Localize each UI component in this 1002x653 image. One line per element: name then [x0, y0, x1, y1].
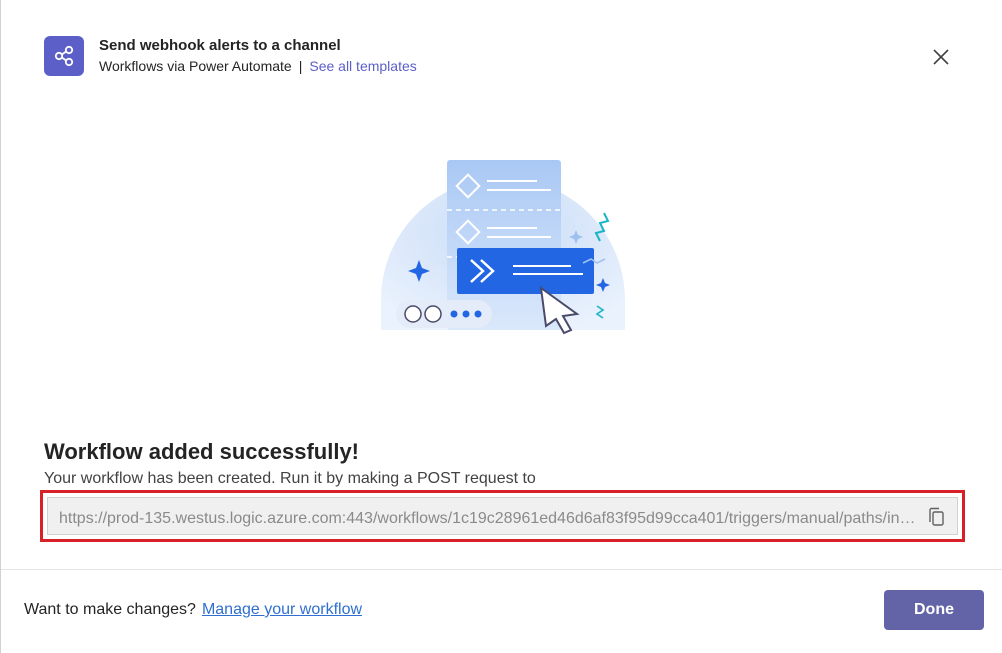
- webhook-url-field[interactable]: https://prod-135.westus.logic.azure.com:…: [47, 497, 958, 535]
- webhook-url-text[interactable]: https://prod-135.westus.logic.azure.com:…: [59, 510, 919, 528]
- url-highlight: https://prod-135.westus.logic.azure.com:…: [40, 490, 965, 542]
- footer-prompt: Want to make changes? Manage your workflo…: [24, 601, 362, 619]
- footer-divider: [1, 569, 1002, 570]
- dialog-subtitle: Workflows via Power Automate | See all tem…: [99, 58, 417, 74]
- workflow-dialog: Send webhook alerts to a channel Workflo…: [0, 0, 1002, 653]
- dialog-title: Send webhook alerts to a channel: [99, 37, 341, 54]
- success-description: Your workflow has been created. Run it b…: [44, 470, 536, 487]
- see-all-templates-link[interactable]: See all templates: [309, 58, 416, 74]
- workflow-illustration: [371, 150, 641, 350]
- subtitle-source: Workflows via Power Automate: [99, 58, 292, 74]
- manage-workflow-link[interactable]: Manage your workflow: [202, 601, 362, 618]
- dialog-header: Send webhook alerts to a channel Workflo…: [44, 36, 962, 80]
- copy-icon[interactable]: [927, 507, 947, 529]
- done-button[interactable]: Done: [884, 590, 984, 630]
- success-heading: Workflow added successfully!: [44, 439, 360, 464]
- close-icon[interactable]: [930, 46, 952, 68]
- footer-prompt-text: Want to make changes?: [24, 601, 196, 618]
- share-nodes-icon: [44, 36, 84, 76]
- subtitle-separator: |: [298, 58, 303, 74]
